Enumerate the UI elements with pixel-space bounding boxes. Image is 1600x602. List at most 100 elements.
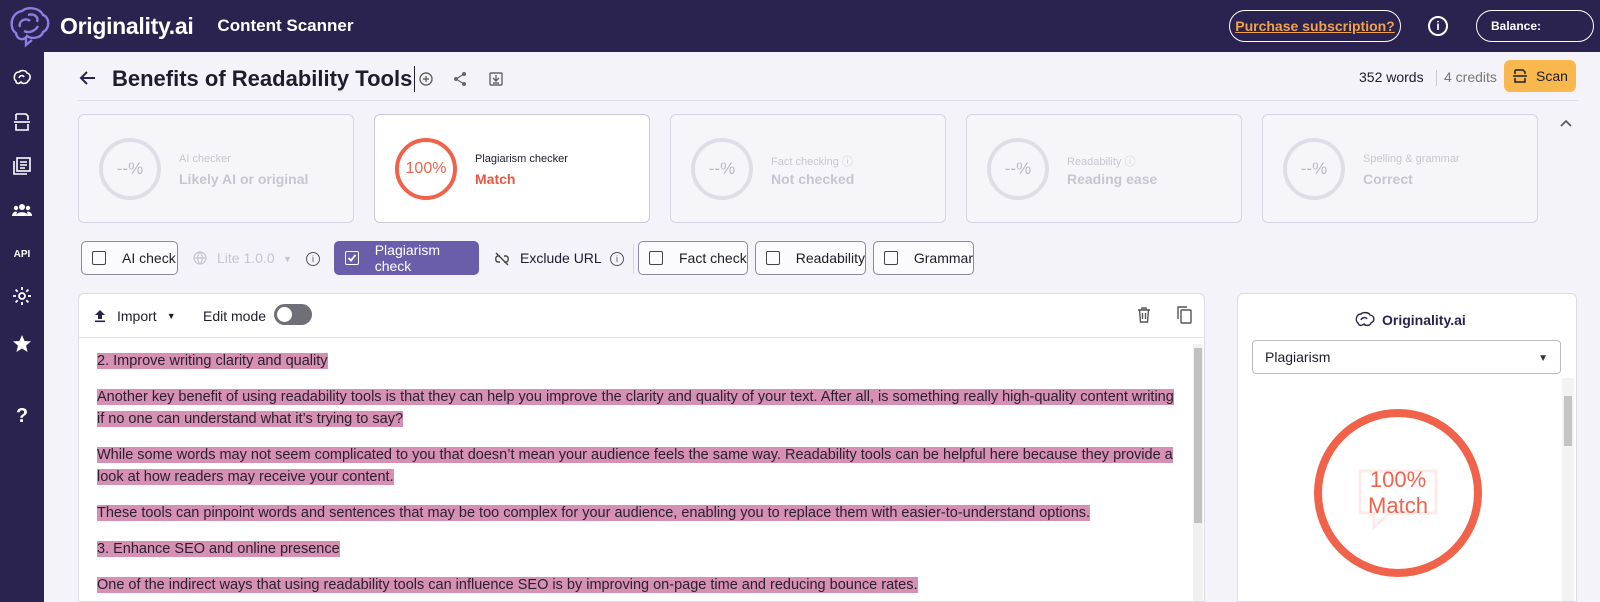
checkbox-icon: [649, 251, 663, 265]
checkbox-icon: [884, 251, 898, 265]
readability-toggle[interactable]: Readability: [755, 241, 866, 275]
add-circle-icon[interactable]: [418, 71, 434, 87]
plagiarism-highlight[interactable]: 2. Improve writing clarity and quality: [97, 353, 328, 369]
spelling-grammar-card[interactable]: --% Spelling & grammar Correct: [1262, 114, 1538, 223]
edit-mode-switch[interactable]: [274, 304, 312, 325]
checkbox-icon: [92, 251, 106, 265]
score-ring: --%: [691, 138, 753, 200]
plagiarism-checker-card[interactable]: 100% Plagiarism checker Match: [374, 114, 650, 223]
paragraph: Another key benefit of using readability…: [97, 386, 1177, 430]
sidebar: API ?: [0, 52, 44, 602]
editor-scrollbar[interactable]: [1193, 344, 1203, 601]
toggle-separator: [633, 244, 634, 274]
help-icon[interactable]: ?: [10, 404, 34, 428]
download-icon[interactable]: [488, 71, 504, 87]
brand-name: Originality.ai: [60, 12, 194, 39]
scan-icon: [1513, 69, 1528, 83]
paragraph: While some words may not seem complicate…: [97, 444, 1177, 488]
caret-down-icon: ▼: [283, 254, 292, 264]
card-value: Not checked: [771, 171, 855, 187]
plagiarism-highlight[interactable]: Another key benefit of using readability…: [97, 389, 1174, 427]
chip-label: Grammar: [913, 250, 973, 266]
card-value: Likely AI or original: [179, 171, 309, 187]
scrollbar-thumb[interactable]: [1194, 348, 1202, 523]
import-label: Import: [117, 308, 157, 324]
score-ring: 100%: [395, 138, 457, 200]
scrollbar-thumb[interactable]: [1564, 396, 1572, 446]
paragraph: 2. Improve writing clarity and quality: [97, 350, 1177, 372]
chevron-up-icon[interactable]: [1558, 116, 1574, 132]
ai-check-toggle[interactable]: AI check: [81, 241, 178, 275]
plagiarism-highlight[interactable]: 3. Enhance SEO and online presence: [97, 541, 340, 557]
text-editor: Import ▼ Edit mode 2. Improve writing cl…: [78, 293, 1205, 602]
copy-icon[interactable]: [1176, 306, 1192, 324]
back-arrow-icon[interactable]: [78, 68, 98, 88]
team-icon[interactable]: [10, 198, 34, 222]
library-icon[interactable]: [10, 154, 34, 178]
info-icon[interactable]: i: [610, 252, 624, 266]
brain-logo-icon: [1355, 311, 1375, 327]
link-off-icon: [495, 252, 509, 266]
plagiarism-check-toggle[interactable]: Plagiarism check: [334, 241, 479, 275]
results-panel: Originality.ai Plagiarism ▼ 100% Match: [1237, 293, 1577, 602]
edit-mode-label: Edit mode: [203, 308, 267, 324]
brain-icon[interactable]: [10, 66, 34, 90]
api-link[interactable]: API: [10, 242, 34, 266]
upload-icon: [95, 310, 105, 323]
card-value: Reading ease: [1067, 171, 1158, 187]
top-bar: Originality.ai Content Scanner Purchase …: [0, 0, 1600, 52]
panel-brand-name: Originality.ai: [1382, 312, 1466, 328]
chip-label: AI check: [122, 250, 176, 266]
share-icon[interactable]: [452, 71, 468, 87]
scanner-icon[interactable]: [10, 110, 34, 134]
chip-label: Fact check: [679, 250, 747, 266]
card-label: Fact checking ⓘ: [771, 156, 853, 168]
document-header: Benefits of Readability Tools 352 words …: [78, 60, 1578, 100]
chip-label: Plagiarism check: [374, 242, 441, 274]
credit-count: 4 credits: [1444, 69, 1497, 85]
caret-down-icon: ▼: [166, 311, 176, 321]
app-title: Content Scanner: [217, 16, 354, 35]
card-label: AI checker: [179, 153, 231, 165]
document-title[interactable]: Benefits of Readability Tools: [112, 66, 416, 92]
info-icon[interactable]: i: [1428, 16, 1448, 36]
plagiarism-highlight[interactable]: These tools can pinpoint words and sente…: [97, 505, 1091, 521]
panel-scrollbar[interactable]: [1562, 378, 1574, 601]
paragraph: One of the indirect ways that using read…: [97, 574, 1177, 596]
scan-button[interactable]: Scan: [1504, 60, 1576, 92]
balance-display[interactable]: Balance:: [1476, 10, 1594, 42]
purchase-subscription-button[interactable]: Purchase subscription?: [1229, 10, 1401, 42]
chip-label: Readability: [795, 250, 865, 266]
grammar-toggle[interactable]: Grammar: [873, 241, 974, 275]
score-ring: --%: [99, 138, 161, 200]
settings-icon[interactable]: [10, 284, 34, 308]
ai-checker-card[interactable]: --% AI checker Likely AI or original: [78, 114, 354, 223]
plagiarism-score-ring: 100% Match: [1314, 409, 1482, 577]
exclude-url-button[interactable]: Exclude URL: [520, 250, 602, 266]
editor-content[interactable]: 2. Improve writing clarity and quality A…: [97, 350, 1177, 601]
card-value: Correct: [1363, 171, 1413, 187]
readability-card[interactable]: --% Readability ⓘ Reading ease: [966, 114, 1242, 223]
info-icon[interactable]: i: [306, 252, 320, 266]
model-select[interactable]: Lite 1.0.0: [217, 250, 275, 266]
editor-toolbar: Import ▼ Edit mode: [79, 294, 1204, 338]
star-icon[interactable]: [10, 332, 34, 356]
plagiarism-highlight[interactable]: While some words may not seem complicate…: [97, 447, 1173, 485]
header-rule: [78, 100, 1578, 101]
trash-icon[interactable]: [1137, 307, 1151, 323]
import-button[interactable]: Import ▼: [93, 308, 176, 324]
word-count: 352 words: [1359, 69, 1424, 85]
scan-label: Scan: [1536, 68, 1568, 84]
card-label: Plagiarism checker: [475, 153, 568, 165]
result-type-select[interactable]: Plagiarism ▼: [1252, 340, 1561, 374]
fact-check-toggle[interactable]: Fact check: [638, 241, 748, 275]
card-value: Match: [475, 171, 516, 187]
score-ring: --%: [1283, 138, 1345, 200]
paragraph: 3. Enhance SEO and online presence: [97, 538, 1177, 560]
score-ring: --%: [987, 138, 1049, 200]
select-value: Plagiarism: [1265, 349, 1331, 365]
brand[interactable]: Originality.ai: [6, 3, 194, 49]
plagiarism-highlight[interactable]: One of the indirect ways that using read…: [97, 577, 918, 593]
paragraph: These tools can pinpoint words and sente…: [97, 502, 1177, 524]
fact-checking-card[interactable]: --% Fact checking ⓘ Not checked: [670, 114, 946, 223]
